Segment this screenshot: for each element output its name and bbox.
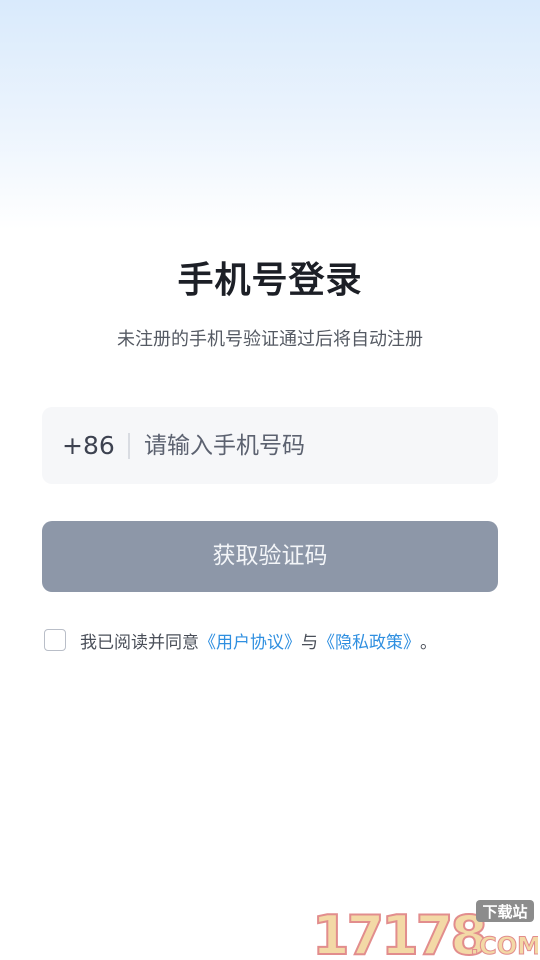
watermark-top-label: 下载站 [482, 903, 527, 921]
agreement-suffix-text: 。 [420, 632, 437, 653]
agreement-row: 我已阅读并同意 《用户协议》 与 《隐私政策》 。 [44, 626, 437, 654]
agreement-checkbox[interactable] [44, 629, 66, 651]
input-divider [128, 433, 130, 459]
page-title: 手机号登录 [177, 260, 363, 301]
site-watermark-logo: 17178 下载站 .COM [311, 900, 538, 958]
agreement-prefix-text: 我已阅读并同意 [80, 632, 199, 653]
phone-number-input[interactable] [144, 407, 484, 484]
agreement-conjunction-text: 与 [301, 632, 318, 653]
privacy-policy-link[interactable]: 《隐私政策》 [318, 628, 420, 653]
page-subtitle: 未注册的手机号验证通过后将自动注册 [117, 329, 423, 350]
get-verification-code-button[interactable]: 获取验证码 [42, 521, 498, 592]
user-agreement-link[interactable]: 《用户协议》 [199, 628, 301, 653]
country-code[interactable]: +86 [62, 407, 115, 484]
watermark-number: 17178 [312, 904, 485, 958]
phone-input-group: +86 [42, 407, 498, 484]
header-gradient-background [0, 0, 540, 230]
watermark-bottom-label: .COM [470, 932, 538, 958]
